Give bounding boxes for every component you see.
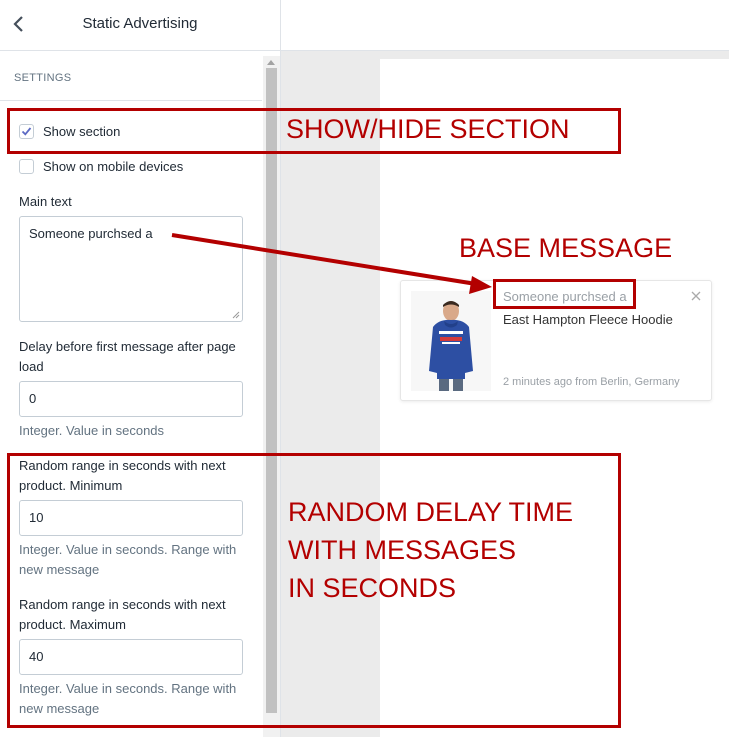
random-delay-line3: IN SECONDS [288,573,457,603]
random-delay-line1: RANDOM DELAY TIME [288,497,574,527]
random-delay-line2: WITH MESSAGES [288,535,517,565]
